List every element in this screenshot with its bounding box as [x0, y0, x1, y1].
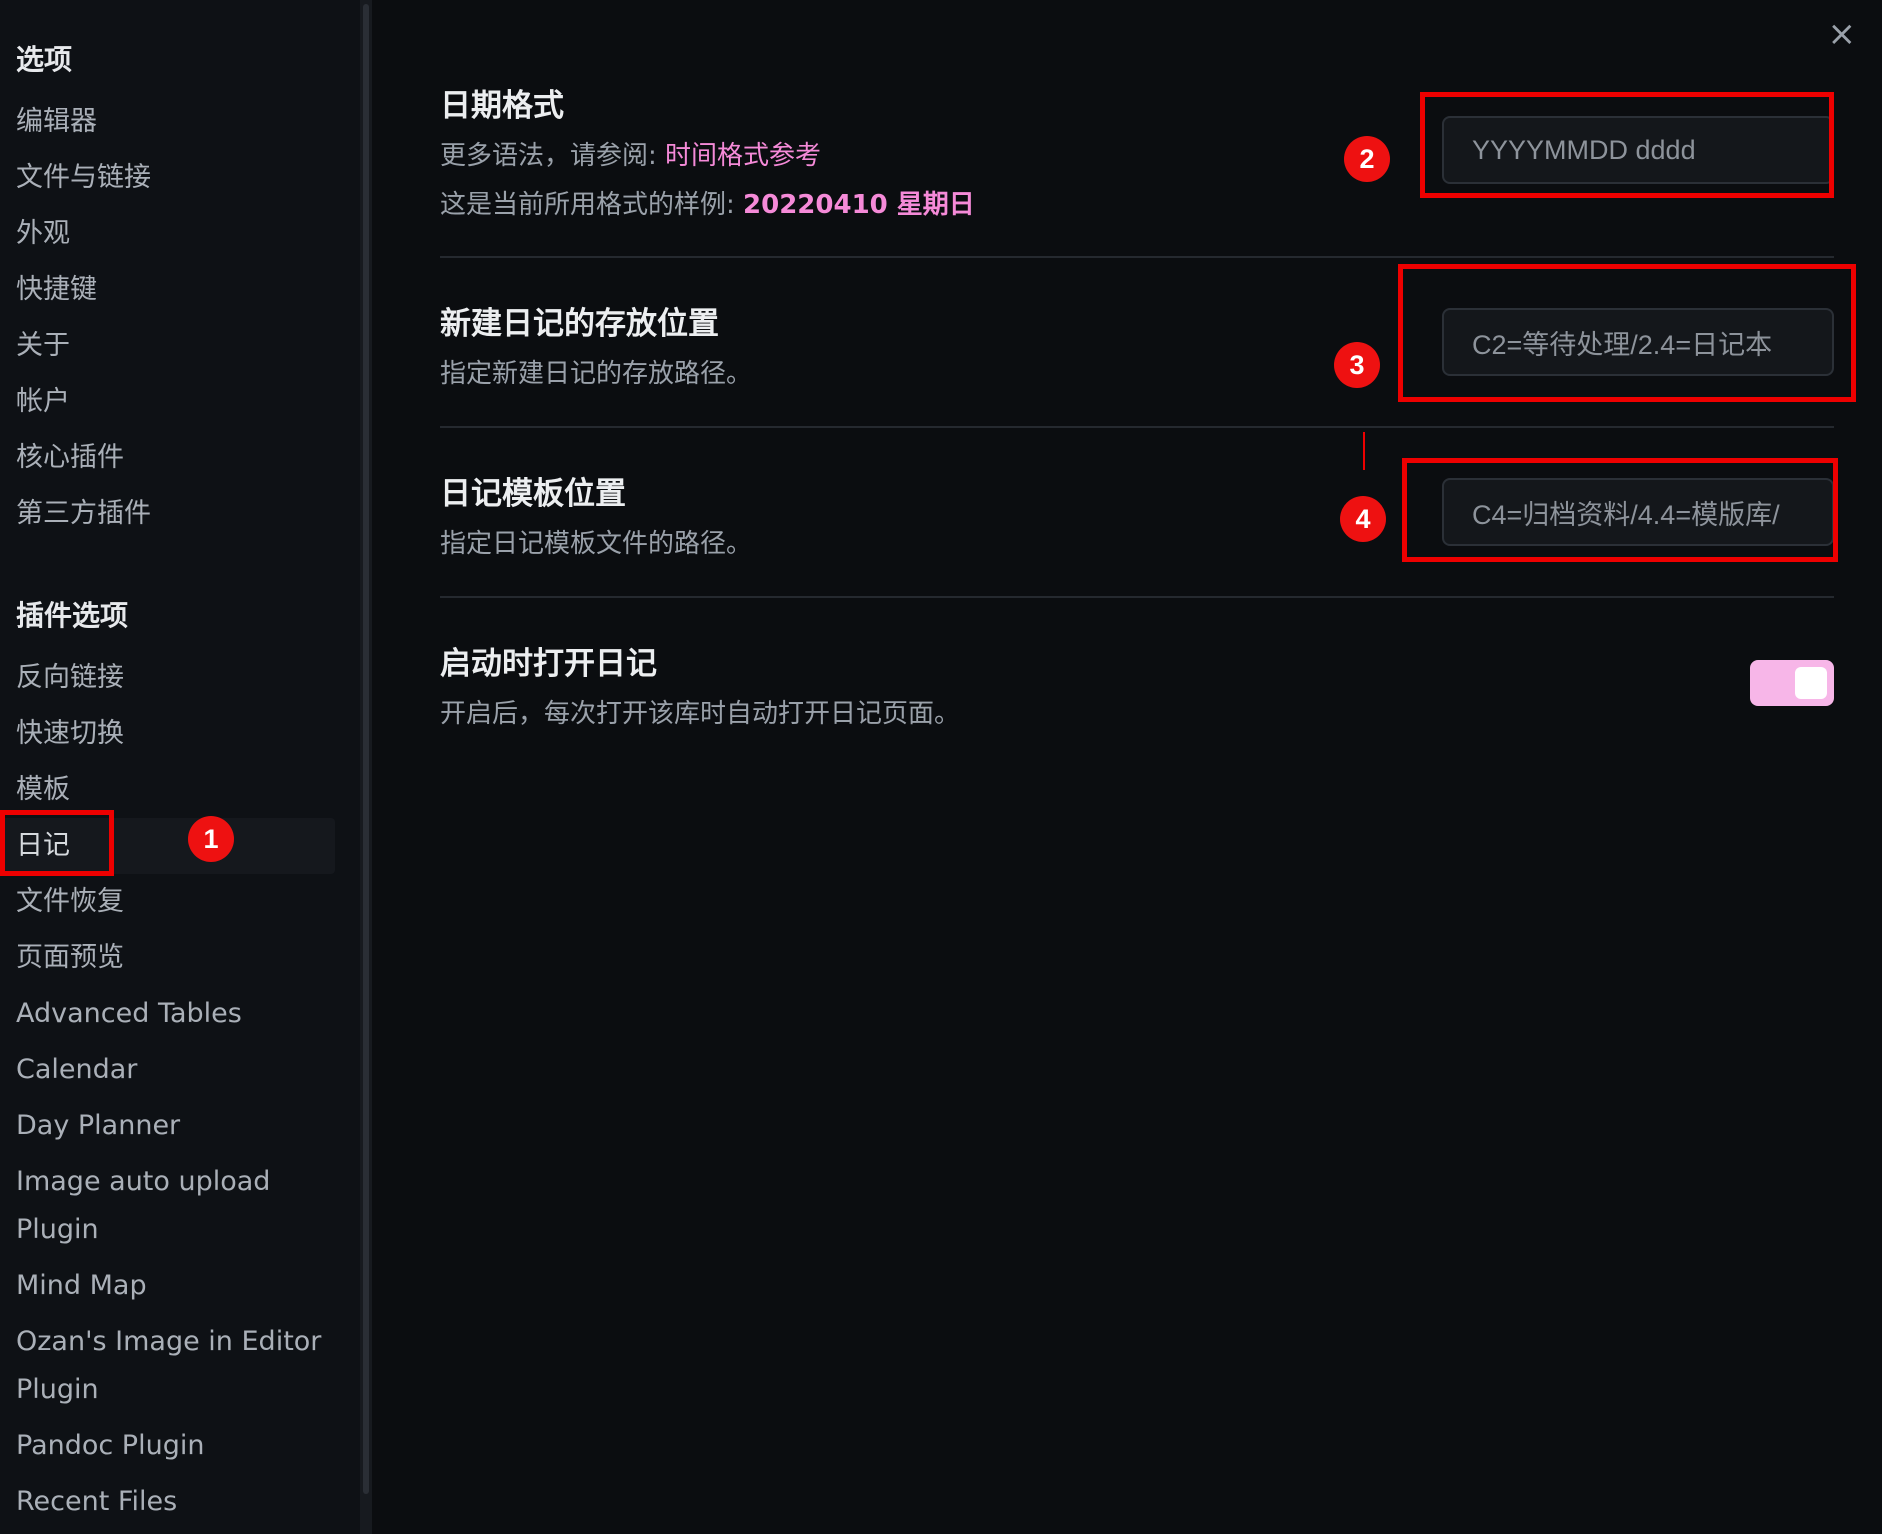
- sidebar-item-templates[interactable]: 模板: [16, 766, 70, 814]
- sample-value: 20220410 星期日: [743, 190, 975, 220]
- sample-prefix: 这是当前所用格式的样例:: [440, 190, 744, 220]
- sidebar-item-backlinks[interactable]: 反向链接: [16, 654, 124, 702]
- options-heading: 选项: [16, 43, 73, 76]
- divider: [440, 256, 1834, 258]
- sidebar-item-image-auto-upload[interactable]: Image auto upload Plugin: [16, 1158, 346, 1254]
- sidebar-item-recent-files[interactable]: Recent Files: [16, 1478, 177, 1526]
- sidebar-item-pandoc[interactable]: Pandoc Plugin: [16, 1422, 204, 1470]
- annotation-badge-3: 3: [1334, 342, 1380, 388]
- sidebar-item-quick-switcher[interactable]: 快速切换: [16, 710, 124, 758]
- annotation-badge-2: 2: [1344, 136, 1390, 182]
- sidebar-item-mind-map[interactable]: Mind Map: [16, 1262, 147, 1310]
- plugin-options-heading: 插件选项: [16, 599, 129, 632]
- format-reference-link[interactable]: 时间格式参考: [665, 141, 821, 171]
- sidebar-scrollbar[interactable]: [360, 0, 372, 1534]
- sidebar-item-files-links[interactable]: 文件与链接: [16, 154, 151, 202]
- sidebar-item-day-planner[interactable]: Day Planner: [16, 1102, 180, 1150]
- divider: [440, 596, 1834, 598]
- sidebar-item-calendar[interactable]: Calendar: [16, 1046, 137, 1094]
- scrollbar-thumb[interactable]: [363, 4, 369, 1494]
- startup-toggle[interactable]: [1750, 660, 1834, 706]
- sidebar-item-file-recovery[interactable]: 文件恢复: [16, 878, 124, 926]
- sidebar-item-community-plugins[interactable]: 第三方插件: [16, 490, 151, 538]
- close-icon[interactable]: ×: [1828, 14, 1857, 54]
- highlight-box-3: [1398, 264, 1856, 402]
- sidebar-item-about[interactable]: 关于: [16, 322, 70, 370]
- connector-line: [1363, 432, 1365, 470]
- toggle-knob[interactable]: [1795, 667, 1827, 699]
- sidebar-item-ozan-image[interactable]: Ozan's Image in Editor Plugin: [16, 1318, 346, 1414]
- startup-title: 启动时打开日记: [440, 646, 657, 682]
- setting-open-on-startup: 启动时打开日记 开启后，每次打开该库时自动打开日记页面。: [440, 638, 1834, 730]
- annotation-badge-1: 1: [188, 816, 234, 862]
- sidebar-item-hotkeys[interactable]: 快捷键: [16, 266, 97, 314]
- sidebar-item-core-plugins[interactable]: 核心插件: [16, 434, 124, 482]
- sidebar-item-page-preview[interactable]: 页面预览: [16, 934, 124, 982]
- highlight-box-4: [1402, 458, 1838, 562]
- divider: [440, 426, 1834, 428]
- highlight-box-2: [1420, 92, 1834, 198]
- settings-sidebar: 选项 编辑器 文件与链接 外观 快捷键 关于 帐户 核心插件 第三方插件 插件选…: [0, 0, 360, 1534]
- sidebar-item-account[interactable]: 帐户: [16, 378, 70, 426]
- startup-desc: 开启后，每次打开该库时自动打开日记页面。: [440, 699, 961, 729]
- date-format-desc-prefix: 更多语法，请参阅:: [440, 141, 666, 171]
- sidebar-item-advanced-tables[interactable]: Advanced Tables: [16, 990, 242, 1038]
- highlight-box-1: [0, 810, 114, 876]
- sidebar-item-editor[interactable]: 编辑器: [16, 98, 97, 146]
- annotation-badge-4: 4: [1340, 496, 1386, 542]
- sidebar-item-appearance[interactable]: 外观: [16, 210, 70, 258]
